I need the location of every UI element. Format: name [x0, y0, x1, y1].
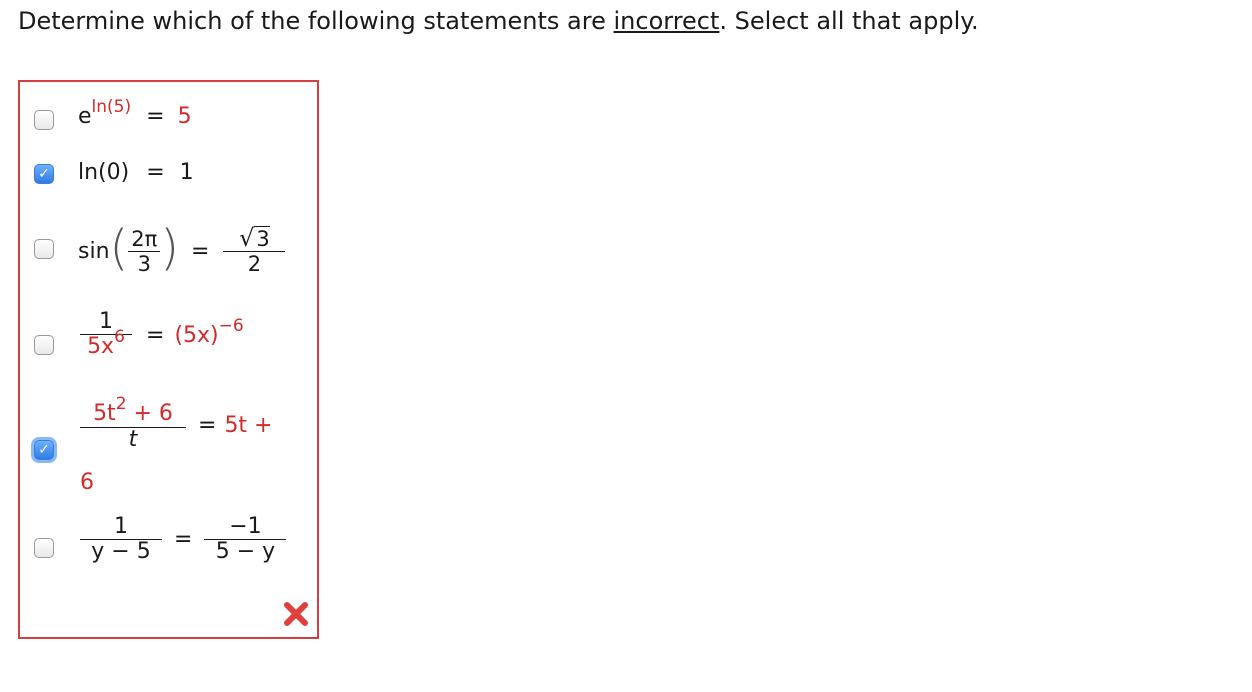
option-3-statement: sin ( 2π 3 ) = √3 2 [78, 216, 286, 286]
option-4-den-exp: 6 [114, 327, 125, 347]
option-3-den: 3 [137, 251, 151, 276]
option-3-radicand: 3 [254, 226, 270, 251]
option-5-equals: = [198, 412, 217, 438]
option-5-rhs: 5t + [224, 412, 273, 438]
option-6-num: 1 [114, 514, 128, 539]
option-1-base: e [78, 104, 92, 129]
sqrt-icon: √ [239, 224, 255, 252]
option-4-den-base: 5x [87, 334, 115, 359]
option-5-lhs-fraction: 5t2 + 6 t [80, 394, 186, 452]
option-6-rhs-num: −1 [229, 514, 262, 539]
option-5-num-b: + 6 [126, 401, 173, 426]
question-prefix: Determine which of the following stateme… [18, 7, 614, 35]
option-5-continuation: 6 [80, 470, 94, 495]
option-5-num-exp: 2 [115, 394, 127, 414]
option-3-fn: sin [78, 238, 110, 264]
option-1-checkbox[interactable] [34, 110, 54, 130]
option-2-checkbox[interactable]: ✓ [34, 164, 54, 184]
option-3-rhs-den: 2 [247, 252, 262, 276]
question-emphasis: incorrect [613, 7, 720, 35]
option-2-equals: = [146, 160, 165, 185]
option-2-rhs: 1 [179, 160, 194, 185]
option-3-equals: = [191, 238, 210, 264]
option-3-rhs-fraction: √3 2 [223, 226, 286, 276]
option-5-num-a: 5t [93, 401, 116, 426]
question-suffix: . Select all that apply. [719, 7, 979, 35]
option-4-checkbox[interactable] [34, 335, 54, 355]
option-2-statement: ln(0) = 1 [78, 160, 194, 185]
option-1-equals: = [146, 104, 165, 129]
option-4-rhs-exp: −6 [218, 315, 244, 336]
option-4-rhs-base: (5x) [174, 322, 219, 348]
option-4-rhs: (5x)−6 [174, 316, 243, 348]
option-1-statement: eln(5) = 5 [78, 97, 192, 129]
check-icon: ✓ [38, 166, 50, 182]
option-1-rhs: 5 [177, 104, 192, 129]
option-4-den: 5x6 [84, 327, 128, 360]
option-4-statement: 1 5x6 = (5x)−6 [80, 310, 244, 360]
option-6-rhs-den: 5 − y [215, 539, 276, 564]
option-3-lhs-fraction: 2π 3 [128, 226, 161, 276]
option-2-lhs: ln(0) [78, 160, 130, 185]
left-paren-glyph: ( [109, 220, 129, 276]
option-6-rhs-fraction: −1 5 − y [204, 514, 287, 564]
option-5-checkbox[interactable]: ✓ [34, 440, 54, 460]
option-3-checkbox[interactable] [34, 239, 54, 259]
check-icon: ✓ [38, 442, 50, 458]
question-text: Determine which of the following stateme… [18, 4, 979, 38]
option-4-equals: = [146, 322, 165, 348]
option-3-rhs-num: √3 [236, 226, 273, 251]
option-4-num: 1 [99, 309, 113, 334]
option-5-den: t [128, 427, 138, 452]
option-3-num: 2π [131, 226, 158, 251]
option-5-num: 5t2 + 6 [90, 394, 176, 427]
option-6-den: y − 5 [91, 539, 151, 564]
option-4-lhs-fraction: 1 5x6 [80, 310, 132, 360]
cross-icon [284, 602, 308, 626]
option-5-statement: 5t2 + 6 t = 5t + [80, 394, 273, 452]
option-6-checkbox[interactable] [34, 538, 54, 558]
option-6-lhs-fraction: 1 y − 5 [80, 515, 162, 564]
option-6-equals: = [174, 527, 193, 552]
right-paren-glyph: ) [160, 220, 180, 276]
option-6-statement: 1 y − 5 = −1 5 − y [80, 514, 287, 564]
option-1-exponent: ln(5) [91, 97, 132, 117]
